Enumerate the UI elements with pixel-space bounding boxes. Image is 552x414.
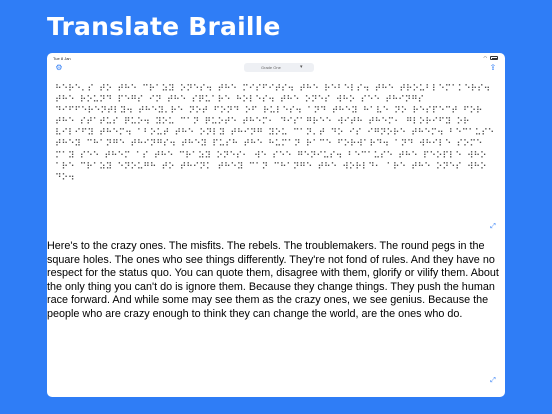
ipad-screen: Tue 8 Jan ◠ ⚙ Grade One ▾ ⇪ ⠓⠑⠗⠑⠄⠎ ⠞⠕ ⠞⠓…: [47, 53, 505, 397]
settings-icon[interactable]: ⚙: [55, 64, 63, 72]
grade-selector[interactable]: Grade One ▾: [244, 63, 314, 72]
battery-icon: [490, 56, 498, 60]
promo-title: Translate Braille: [47, 12, 281, 41]
braille-output[interactable]: ⠓⠑⠗⠑⠄⠎ ⠞⠕ ⠞⠓⠑ ⠉⠗⠁⠵⠽ ⠕⠝⠑⠎⠲ ⠞⠓⠑ ⠍⠊⠎⠋⠊⠞⠎⠲ ⠞…: [55, 83, 495, 183]
english-input[interactable]: Here's to the crazy ones. The misfits. T…: [47, 240, 505, 321]
toolbar: ⚙ Grade One ▾ ⇪: [47, 61, 505, 77]
expand-braille-icon[interactable]: ⤢: [489, 223, 497, 231]
chevron-down-icon: ▾: [300, 64, 303, 70]
grade-selector-label: Grade One: [261, 65, 281, 70]
expand-english-icon[interactable]: ⤢: [489, 377, 497, 385]
wifi-icon: ◠: [483, 55, 488, 60]
share-icon[interactable]: ⇪: [488, 63, 498, 73]
